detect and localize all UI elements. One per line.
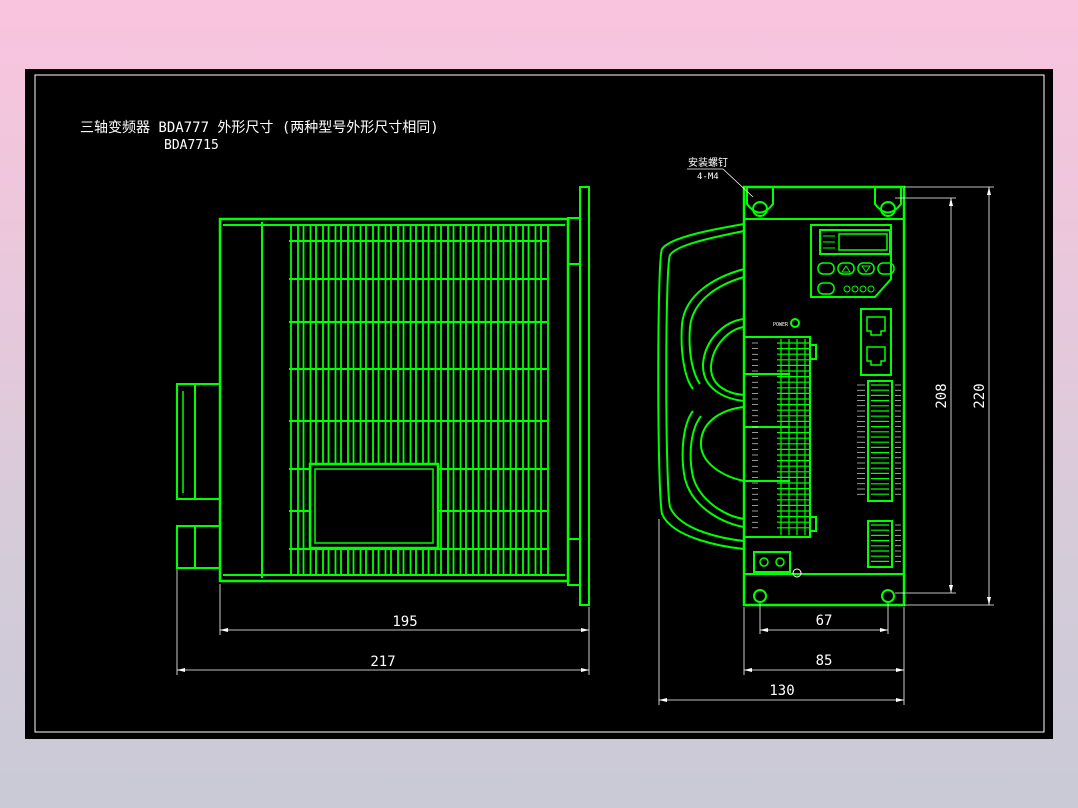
side-mounting-flange bbox=[579, 186, 590, 606]
front-mounting-hole-top-left bbox=[746, 187, 774, 217]
drawing-canvas: 三轴变频器 BDA777 外形尺寸 (两种型号外形尺寸相同) BDA7715 1… bbox=[34, 74, 1045, 733]
front-keypad-panel bbox=[810, 224, 895, 298]
side-nameplate-window bbox=[308, 462, 440, 550]
dimension-label-130: 130 bbox=[769, 683, 794, 699]
cad-drawing-sheet: 三轴变频器 BDA777 外形尺寸 (两种型号外形尺寸相同) BDA7715 1… bbox=[25, 69, 1053, 739]
front-terminal-block-right bbox=[857, 380, 901, 568]
dimension-label-67: 67 bbox=[816, 613, 833, 629]
front-rj45-ports bbox=[860, 308, 892, 376]
drawing-model-subtitle: BDA7715 bbox=[164, 138, 219, 153]
side-connector-lower bbox=[176, 525, 221, 569]
front-view: POWER bbox=[657, 185, 906, 607]
dimension-label-208: 208 bbox=[934, 383, 950, 408]
front-terminal-block-left bbox=[743, 336, 817, 538]
front-mounting-hole-bottom-left bbox=[753, 589, 767, 603]
front-dimension-67: 67 bbox=[759, 603, 889, 634]
front-cable-loops bbox=[657, 223, 745, 550]
front-mounting-hole-bottom-right bbox=[881, 589, 895, 603]
front-mounting-hole-top-right bbox=[874, 187, 902, 217]
keypad-button-5 bbox=[817, 282, 835, 295]
keypad-button-1 bbox=[817, 262, 835, 275]
side-dimension-217: 217 bbox=[176, 569, 590, 675]
drawing-title: 三轴变频器 BDA777 外形尺寸 (两种型号外形尺寸相同) bbox=[80, 120, 439, 136]
dimension-label-85: 85 bbox=[816, 653, 833, 669]
side-flange-bracket-bottom bbox=[567, 538, 581, 586]
side-flange-bracket-top bbox=[567, 217, 581, 265]
power-led bbox=[790, 318, 800, 328]
dimension-label-217: 217 bbox=[370, 654, 395, 670]
side-view bbox=[176, 186, 590, 606]
dimension-label-220: 220 bbox=[972, 383, 988, 408]
mount-note-spec: 4-M4 bbox=[697, 172, 719, 182]
side-dimension-195: 195 bbox=[219, 584, 590, 635]
power-label: POWER bbox=[773, 322, 789, 328]
dimension-label-195: 195 bbox=[392, 614, 417, 630]
mount-note-label: 安装螺钉 bbox=[688, 156, 728, 169]
